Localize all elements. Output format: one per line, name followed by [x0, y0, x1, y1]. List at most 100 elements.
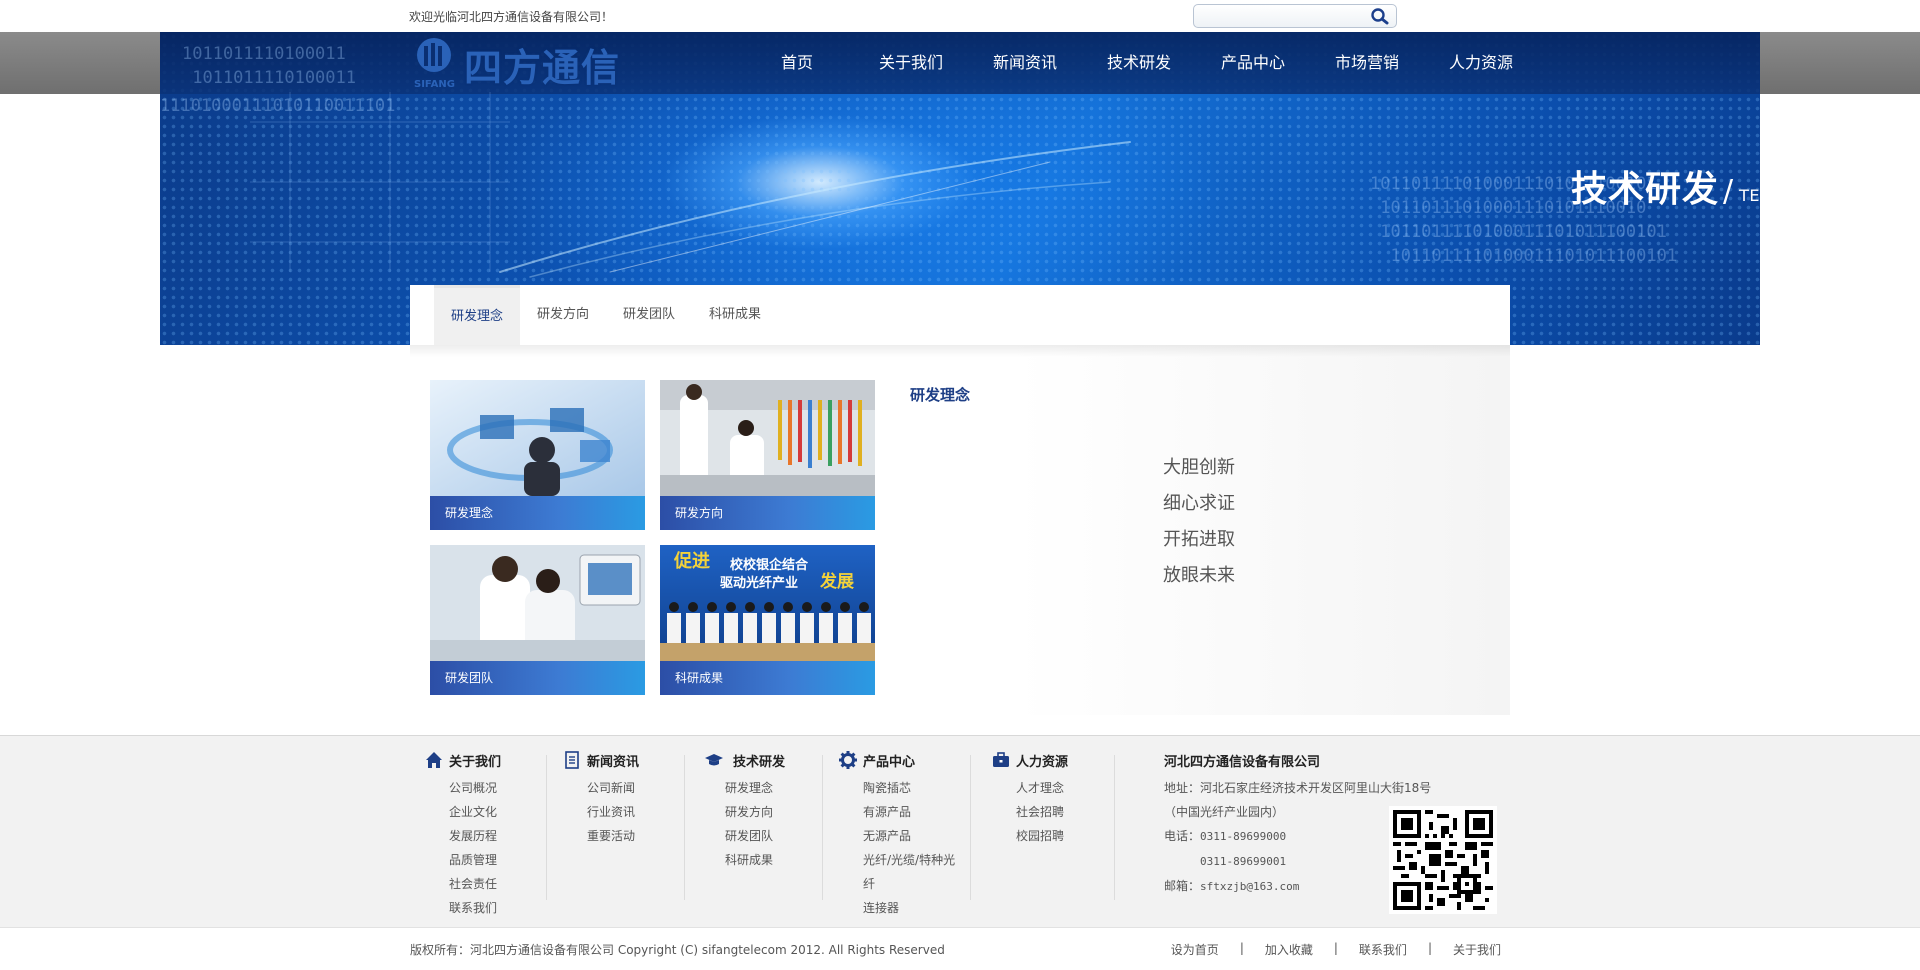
search-box — [1193, 4, 1397, 28]
footer-divider — [822, 755, 823, 900]
footer-link[interactable]: 行业资讯 — [587, 800, 639, 824]
nav-item-marketing[interactable]: 市场营销 — [1310, 32, 1424, 94]
footer-link[interactable]: 校园招聘 — [1016, 824, 1068, 848]
footer-column-products: 产品中心 陶瓷插芯 有源产品 无源产品 光纤/光缆/特种光 纤 连接器 — [839, 751, 955, 920]
tile-rd-team[interactable]: 研发团队 — [430, 545, 645, 695]
nav-item-home[interactable]: 首页 — [740, 32, 854, 94]
search-button[interactable] — [1368, 7, 1392, 25]
qr-code-image — [1393, 810, 1493, 910]
footer-column-label: 关于我们 — [449, 754, 502, 770]
banner-text: 驱动光纤产业 — [720, 575, 798, 591]
footer-link[interactable]: 人才理念 — [1016, 776, 1068, 800]
subtab-rd-achievements[interactable]: 科研成果 — [692, 285, 778, 345]
footer-link[interactable]: 无源产品 — [863, 824, 955, 848]
banner-text: 促进 — [673, 550, 710, 572]
footer-column-label: 新闻资讯 — [587, 754, 640, 770]
tile-caption: 研发团队 — [430, 661, 645, 695]
page-title: 技术研发 — [1571, 169, 1720, 210]
gear-icon — [839, 751, 857, 769]
document-icon — [565, 751, 579, 769]
footer-link[interactable]: 发展历程 — [449, 824, 501, 848]
page-heading: 技术研发 / TECHNOLOGY — [1571, 160, 1854, 212]
subtab-rd-team[interactable]: 研发团队 — [606, 285, 692, 345]
nav-item-technology[interactable]: 技术研发 — [1082, 32, 1196, 94]
footer-column-title[interactable]: 技术研发 — [701, 751, 786, 770]
footer-column-title[interactable]: 人力资源 — [992, 751, 1069, 770]
footer-link[interactable]: 社会责任 — [449, 872, 501, 896]
footer-link[interactable]: 公司新闻 — [587, 776, 639, 800]
nav-item-products[interactable]: 产品中心 — [1196, 32, 1310, 94]
footer-link[interactable]: 社会招聘 — [1016, 800, 1068, 824]
nav-item-about[interactable]: 关于我们 — [854, 32, 968, 94]
phone-number: 0311-89699000 — [1200, 830, 1287, 843]
footer-link[interactable]: 有源产品 — [863, 800, 955, 824]
subtab-rd-direction[interactable]: 研发方向 — [520, 285, 606, 345]
footer-link[interactable]: 陶瓷插芯 — [863, 776, 955, 800]
tile-image-ceremony: 促进 校校银企结合 驱动光纤产业 发展 — [660, 545, 875, 661]
footer-link[interactable]: 联系我们 — [449, 896, 501, 920]
link-separator: | — [1333, 941, 1338, 955]
tile-rd-direction[interactable]: 研发方向 — [660, 380, 875, 530]
tile-rd-achievements[interactable]: 促进 校校银企结合 驱动光纤产业 发展 科研成果 — [660, 545, 875, 695]
footer-link[interactable]: 纤 — [863, 872, 955, 896]
footer-link[interactable]: 研发团队 — [725, 824, 785, 848]
footer-link[interactable]: 公司概况 — [449, 776, 501, 800]
banner-text: 发展 — [819, 571, 854, 592]
footer-link[interactable]: 重要活动 — [587, 824, 639, 848]
set-homepage-link[interactable]: 设为首页 — [1171, 941, 1219, 958]
search-icon — [1371, 8, 1389, 25]
main-nav: 首页 关于我们 新闻资讯 技术研发 产品中心 市场营销 人力资源 — [740, 32, 1538, 94]
email-address: sftxzjb@163.com — [1200, 880, 1300, 893]
footer-link[interactable]: 研发方向 — [725, 800, 785, 824]
footer-link[interactable]: 光纤/光缆/特种光 — [863, 848, 955, 872]
light-streaks — [499, 141, 1131, 278]
company-address: 地址：河北石家庄经济技术开发区阿里山大街18号 — [1164, 781, 1432, 795]
motto-line: 细心求证 — [1163, 493, 1235, 514]
logo-text: 四方通信 — [464, 46, 621, 90]
sifang-logo-mark: SIFANG — [414, 38, 455, 90]
phone-label: 电话： — [1164, 829, 1201, 843]
grid-lines — [250, 92, 510, 272]
tile-caption: 科研成果 — [660, 661, 875, 695]
about-us-link[interactable]: 关于我们 — [1453, 941, 1501, 958]
search-input[interactable] — [1200, 8, 1360, 24]
add-favorite-link[interactable]: 加入收藏 — [1265, 941, 1313, 958]
subtab-rd-philosophy[interactable]: 研发理念 — [434, 285, 521, 345]
footer-link[interactable]: 企业文化 — [449, 800, 501, 824]
briefcase-icon — [993, 752, 1009, 767]
footer-column-label: 产品中心 — [863, 754, 916, 770]
footer-divider — [684, 755, 685, 900]
company-name: 河北四方通信设备有限公司 — [1164, 755, 1321, 770]
tile-caption: 研发方向 — [660, 496, 875, 530]
logo[interactable]: SIFANG 四方通信 — [412, 35, 632, 91]
phone-number: 0311-89699001 — [1200, 855, 1287, 868]
footer-link[interactable]: 品质管理 — [449, 848, 501, 872]
footer-link[interactable]: 研发理念 — [725, 776, 785, 800]
footer-column-title[interactable]: 关于我们 — [425, 751, 502, 770]
tile-rd-philosophy[interactable]: 研发理念 — [430, 380, 645, 530]
footer-column-title[interactable]: 新闻资讯 — [563, 751, 640, 770]
nav-item-hr[interactable]: 人力资源 — [1424, 32, 1538, 94]
banner-text: 校校银企结合 — [730, 557, 809, 573]
qr-code — [1389, 806, 1497, 914]
email-label: 邮箱： — [1164, 879, 1201, 893]
nav-item-news[interactable]: 新闻资讯 — [968, 32, 1082, 94]
page-title-en: TECHNOLOGY — [1739, 186, 1855, 205]
tile-grid: 研发理念 研发方向 研发团队 促进 校校银企结合 驱动光纤产业 发展 科研成果 — [430, 380, 880, 700]
tile-image-team — [430, 545, 645, 661]
footer-divider — [1114, 755, 1115, 900]
footer-link[interactable]: 科研成果 — [725, 848, 785, 872]
panel-shadow — [410, 345, 1510, 357]
footer-link[interactable]: 连接器 — [863, 896, 955, 920]
footer-column-label: 人力资源 — [1016, 754, 1069, 770]
home-icon — [426, 752, 442, 768]
footer-column-label: 技术研发 — [733, 754, 786, 770]
motto-list: 大胆创新 细心求证 开拓进取 放眼未来 — [1163, 450, 1235, 594]
link-separator: | — [1239, 941, 1244, 955]
footer — [0, 735, 1920, 927]
footer-column-title[interactable]: 产品中心 — [839, 751, 955, 770]
footer-column-news: 新闻资讯 公司新闻 行业资讯 重要活动 — [563, 751, 639, 848]
tile-image-lab — [660, 380, 875, 496]
link-separator: | — [1427, 941, 1432, 955]
contact-us-link[interactable]: 联系我们 — [1359, 941, 1407, 958]
